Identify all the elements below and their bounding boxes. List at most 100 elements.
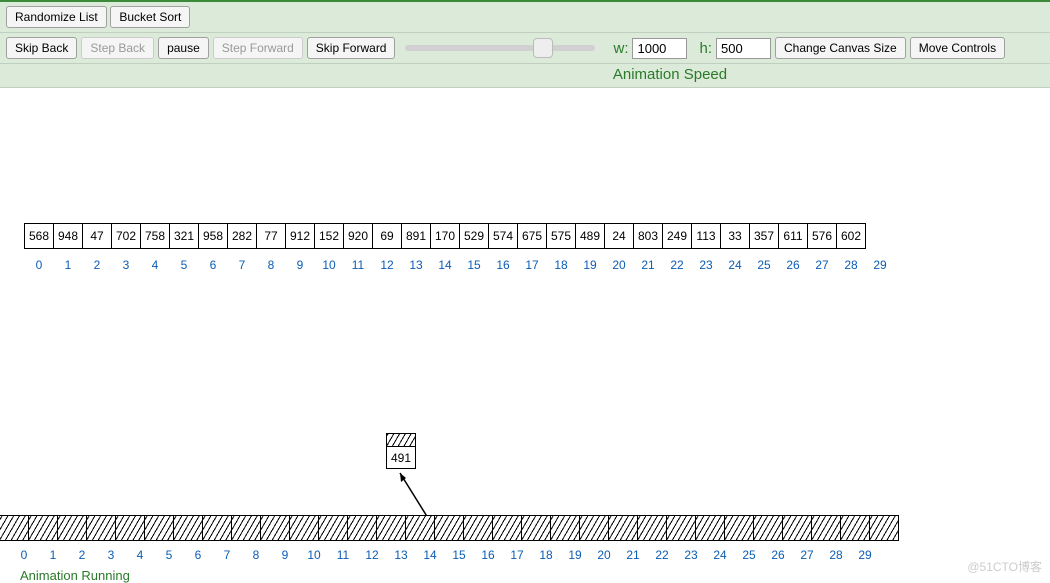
array-index: 26	[778, 258, 808, 272]
animation-speed-label: Animation Speed	[0, 64, 1050, 88]
bucket-index: 14	[415, 548, 445, 562]
array-index: 22	[662, 258, 692, 272]
bucket-index: 19	[560, 548, 590, 562]
array-index: 29	[865, 258, 895, 272]
array-index: 10	[314, 258, 344, 272]
array-cell: 529	[459, 223, 489, 249]
array-index: 7	[227, 258, 257, 272]
top-index-row: 0123456789101112131415161718192021222324…	[25, 258, 895, 272]
array-cell: 803	[633, 223, 663, 249]
bucket-cell	[666, 515, 696, 541]
array-cell: 958	[198, 223, 228, 249]
bucket-cell	[202, 515, 232, 541]
bucket-index: 20	[589, 548, 619, 562]
array-index: 2	[82, 258, 112, 272]
array-cell: 249	[662, 223, 692, 249]
bucket-index: 10	[299, 548, 329, 562]
watermark: @51CTO博客	[967, 558, 1042, 575]
bucket-index: 9	[270, 548, 300, 562]
array-cell: 575	[546, 223, 576, 249]
array-cell: 675	[517, 223, 547, 249]
array-index: 20	[604, 258, 634, 272]
array-index: 25	[749, 258, 779, 272]
skip-back-button[interactable]: Skip Back	[6, 37, 77, 59]
bucket-cell	[28, 515, 58, 541]
array-index: 6	[198, 258, 228, 272]
array-index: 28	[836, 258, 866, 272]
bucket-index: 24	[705, 548, 735, 562]
bucket-index: 25	[734, 548, 764, 562]
height-input[interactable]	[716, 38, 771, 59]
bucket-index: 26	[763, 548, 793, 562]
array-cell: 576	[807, 223, 837, 249]
array-index: 19	[575, 258, 605, 272]
bottom-index-row: 0123456789101112131415161718192021222324…	[10, 548, 880, 562]
bucket-cell	[260, 515, 290, 541]
bucket-cell	[434, 515, 464, 541]
bucket-index: 17	[502, 548, 532, 562]
bucket-index: 12	[357, 548, 387, 562]
bucket-cell	[811, 515, 841, 541]
array-index: 5	[169, 258, 199, 272]
bucket-cell	[144, 515, 174, 541]
bucket-index: 27	[792, 548, 822, 562]
bucket-index: 2	[67, 548, 97, 562]
bucket-cell	[57, 515, 87, 541]
array-index: 24	[720, 258, 750, 272]
randomize-list-button[interactable]: Randomize List	[6, 6, 107, 28]
array-index: 9	[285, 258, 315, 272]
array-index: 21	[633, 258, 663, 272]
width-input[interactable]	[632, 38, 687, 59]
array-index: 17	[517, 258, 547, 272]
bucket-index: 4	[125, 548, 155, 562]
moving-element-value: 491	[386, 447, 416, 469]
array-index: 8	[256, 258, 286, 272]
moving-element: 491	[386, 433, 416, 469]
bucket-index: 18	[531, 548, 561, 562]
array-cell: 69	[372, 223, 402, 249]
array-index: 0	[24, 258, 54, 272]
bucket-index: 22	[647, 548, 677, 562]
array-index: 1	[53, 258, 83, 272]
array-index: 15	[459, 258, 489, 272]
array-index: 4	[140, 258, 170, 272]
bucket-index: 1	[38, 548, 68, 562]
bucket-cell	[608, 515, 638, 541]
bucket-cell	[318, 515, 348, 541]
array-index: 13	[401, 258, 431, 272]
bucket-cell	[405, 515, 435, 541]
pause-button[interactable]: pause	[158, 37, 209, 59]
bucket-cell	[231, 515, 261, 541]
array-cell: 113	[691, 223, 721, 249]
array-cell: 891	[401, 223, 431, 249]
array-cell: 489	[575, 223, 605, 249]
bucket-cell	[115, 515, 145, 541]
change-canvas-size-button[interactable]: Change Canvas Size	[775, 37, 906, 59]
bucket-index: 8	[241, 548, 271, 562]
array-cell: 912	[285, 223, 315, 249]
array-cell: 357	[749, 223, 779, 249]
array-cell: 47	[82, 223, 112, 249]
bucket-index: 11	[328, 548, 358, 562]
bucket-index: 28	[821, 548, 851, 562]
array-cell: 170	[430, 223, 460, 249]
array-index: 14	[430, 258, 460, 272]
array-index: 23	[691, 258, 721, 272]
array-index: 3	[111, 258, 141, 272]
array-cell: 702	[111, 223, 141, 249]
bucket-cell	[869, 515, 899, 541]
bucket-index: 15	[444, 548, 474, 562]
bucket-cell	[724, 515, 754, 541]
bucket-index: 6	[183, 548, 213, 562]
animation-speed-slider[interactable]	[405, 45, 595, 51]
canvas-area: 5689484770275832195828277912152920698911…	[0, 88, 1050, 583]
step-forward-button: Step Forward	[213, 37, 303, 59]
array-cell: 152	[314, 223, 344, 249]
skip-forward-button[interactable]: Skip Forward	[307, 37, 396, 59]
array-cell: 574	[488, 223, 518, 249]
bucket-sort-button[interactable]: Bucket Sort	[110, 6, 190, 28]
bucket-index: 5	[154, 548, 184, 562]
array-cell: 282	[227, 223, 257, 249]
array-cell: 568	[24, 223, 54, 249]
move-controls-button[interactable]: Move Controls	[910, 37, 1005, 59]
